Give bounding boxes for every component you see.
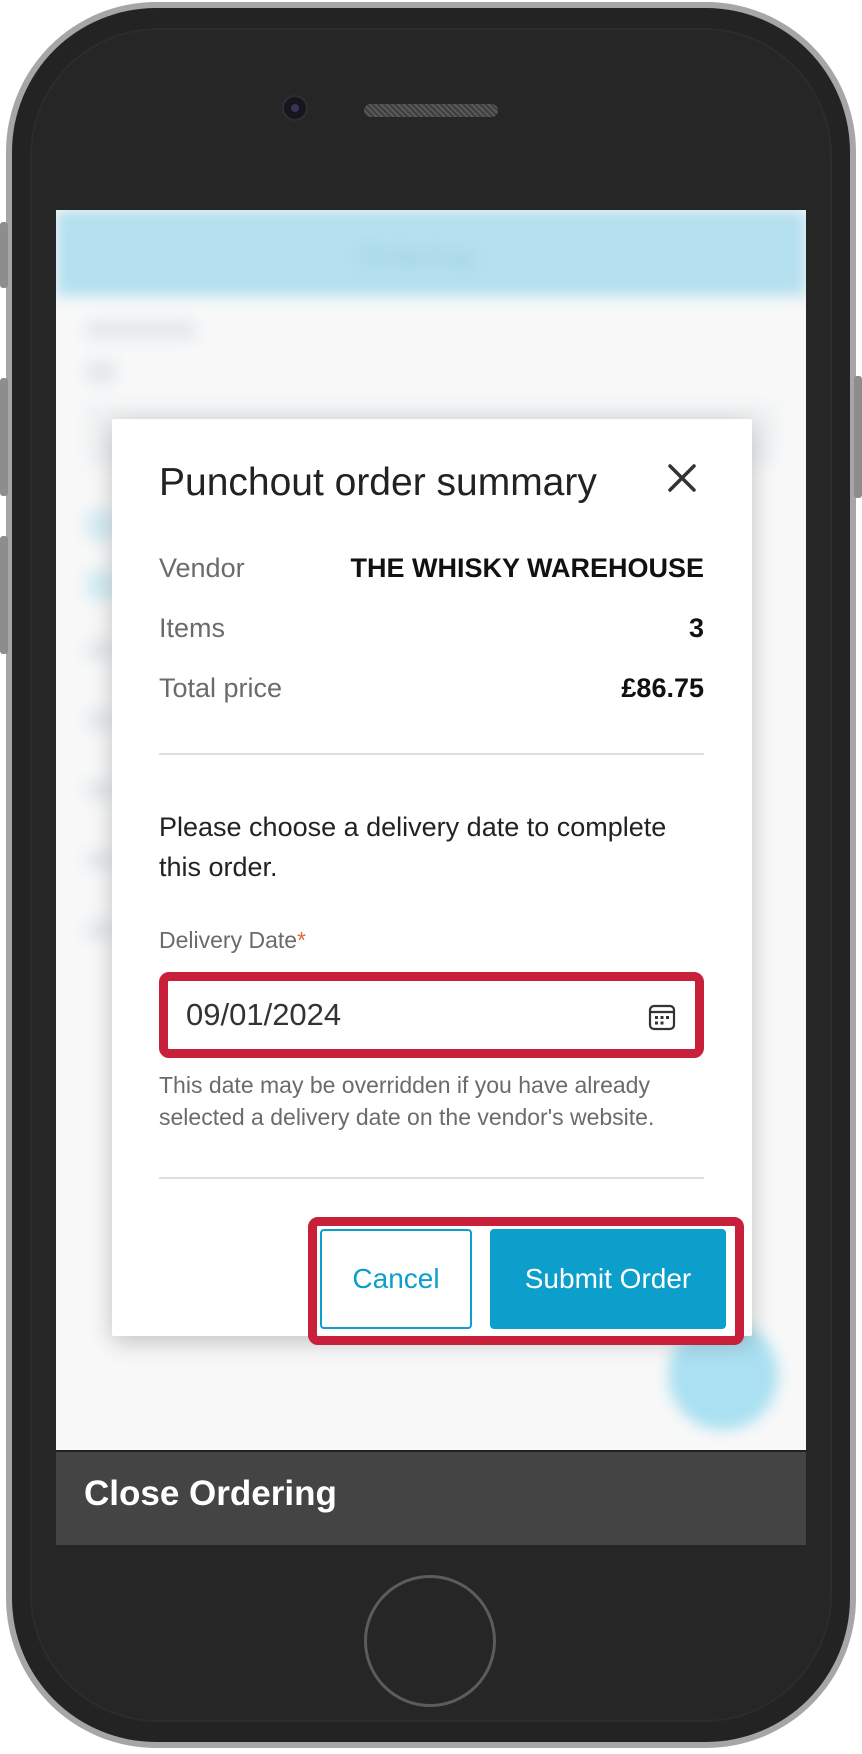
items-label: Items: [159, 613, 226, 643]
divider: [159, 1177, 704, 1179]
summary-row-items: Items 3: [159, 613, 704, 653]
delivery-date-label: Delivery Date*: [159, 927, 306, 954]
phone-power-button: [854, 376, 862, 498]
close-icon[interactable]: [659, 455, 705, 501]
summary-row-vendor: Vendor THE WHISKY WAREHOUSE: [159, 553, 704, 593]
phone-camera: [284, 97, 306, 119]
summary-row-total-price: Total price £86.75: [159, 673, 704, 713]
close-ordering-label: Close Ordering: [84, 1474, 337, 1513]
delivery-date-label-text: Delivery Date: [159, 927, 298, 953]
close-ordering-bar[interactable]: Close Ordering: [56, 1450, 806, 1545]
actions-highlight-box: [308, 1217, 744, 1345]
phone-volume-up: [0, 378, 8, 496]
delivery-date-input[interactable]: [168, 981, 695, 1049]
required-marker: *: [297, 927, 306, 953]
order-summary-dialog: Punchout order summary Vendor THE WHISKY…: [112, 419, 752, 1345]
phone-volume-down: [0, 536, 8, 654]
vendor-value: THE WHISKY WAREHOUSE: [350, 553, 704, 583]
phone-mute-switch: [0, 222, 8, 288]
calendar-icon[interactable]: [647, 1002, 677, 1032]
delivery-date-helper-text: This date may be overridden if you have …: [159, 1072, 655, 1130]
delivery-instruction-text: Please choose a delivery date to complet…: [159, 812, 667, 882]
items-value: 3: [688, 613, 704, 643]
dialog-title: Punchout order summary: [159, 461, 597, 504]
delivery-date-field-highlight: [159, 972, 704, 1058]
total-price-label: Total price: [159, 673, 283, 703]
vendor-label: Vendor: [159, 553, 245, 583]
total-price-value: £86.75: [621, 673, 704, 703]
phone-home-button[interactable]: [364, 1575, 496, 1707]
divider: [159, 753, 704, 755]
phone-speaker: [364, 104, 498, 117]
phone-screen: Ordering Punchout order summary Vendor T…: [56, 210, 806, 1545]
